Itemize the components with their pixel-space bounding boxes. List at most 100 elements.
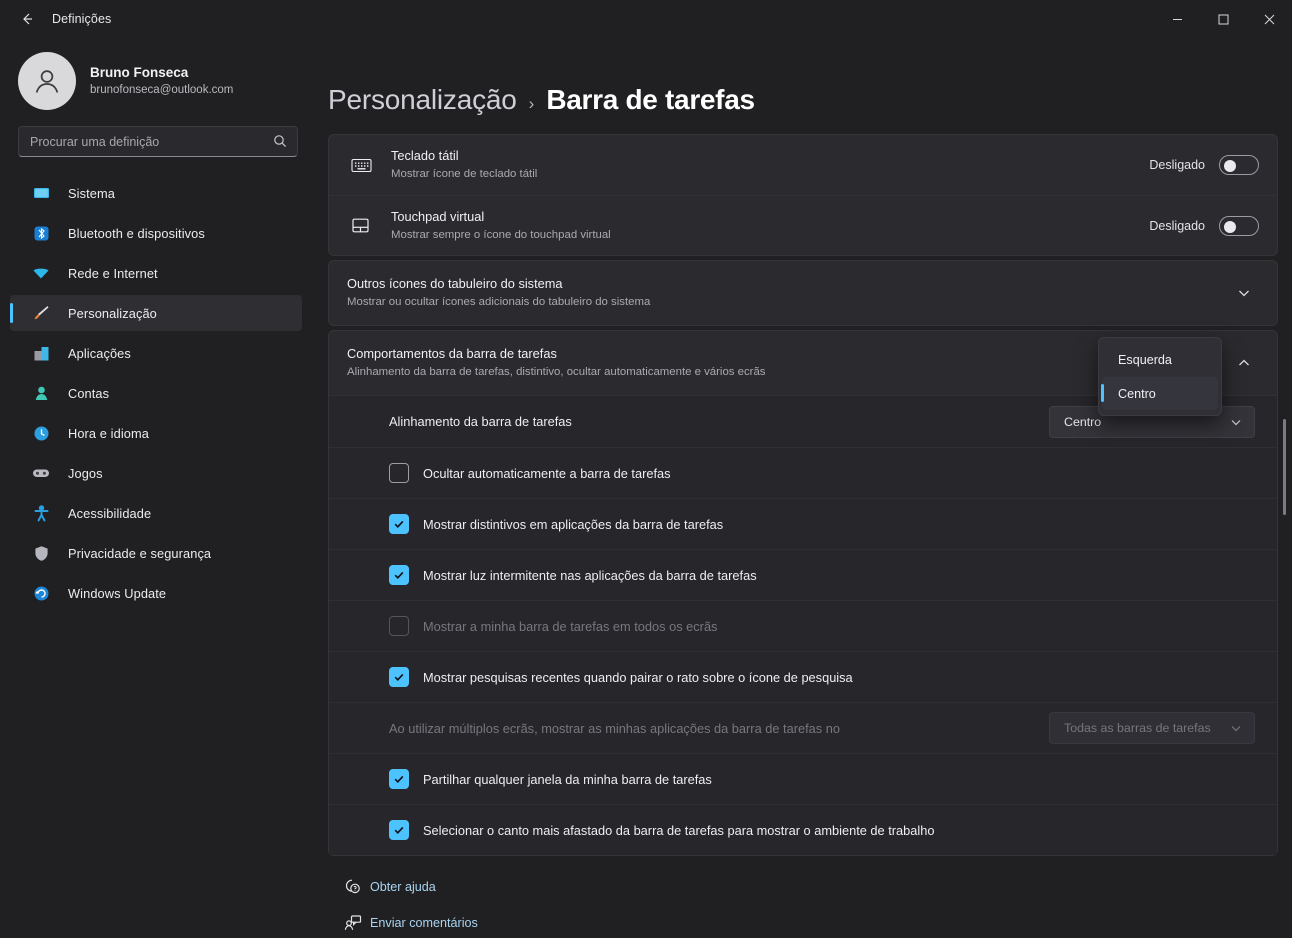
link-obter-ajuda[interactable]: Obter ajuda — [336, 872, 1278, 902]
bluetooth-icon — [30, 225, 52, 242]
combo-multiplos-ecras: Todas as barras de tarefas — [1049, 712, 1255, 744]
update-icon — [30, 585, 52, 602]
help-icon — [336, 878, 370, 896]
row-mostrar-distintivos[interactable]: Mostrar distintivos em aplicações da bar… — [329, 498, 1277, 549]
expander-header[interactable]: Outros ícones do tabuleiro do sistema Mo… — [329, 261, 1277, 325]
feedback-icon — [336, 914, 370, 932]
breadcrumb-parent[interactable]: Personalização — [328, 84, 517, 116]
search-box[interactable] — [18, 126, 298, 157]
toggle-teclado-tatil[interactable] — [1219, 155, 1259, 175]
row-pesquisas-recentes[interactable]: Mostrar pesquisas recentes quando pairar… — [329, 651, 1277, 702]
search-input[interactable] — [19, 134, 297, 149]
checkbox-ocultar-automaticamente[interactable] — [389, 463, 409, 483]
row-partilhar-janela[interactable]: Partilhar qualquer janela da minha barra… — [329, 753, 1277, 804]
checkbox-canto-ambiente-trabalho[interactable] — [389, 820, 409, 840]
user-profile[interactable]: Bruno Fonseca brunofonseca@outlook.com — [0, 38, 320, 126]
sidebar-item-aplicacoes[interactable]: Aplicações — [10, 335, 302, 371]
setting-subtitle: Mostrar ícone de teclado tátil — [391, 168, 538, 180]
setting-subtitle: Mostrar sempre o ícone do touchpad virtu… — [391, 228, 611, 241]
sidebar-item-bluetooth[interactable]: Bluetooth e dispositivos — [10, 215, 302, 251]
row-luz-intermitente[interactable]: Mostrar luz intermitente nas aplicações … — [329, 549, 1277, 600]
setting-control: Desligado — [1149, 215, 1259, 236]
sidebar-item-label: Bluetooth e dispositivos — [68, 225, 205, 241]
paintbrush-icon — [30, 304, 52, 322]
sidebar-item-label: Windows Update — [68, 585, 167, 601]
checkbox-mostrar-distintivos[interactable] — [389, 514, 409, 534]
chevron-down-icon — [1230, 722, 1242, 734]
flyout-option-esquerda[interactable]: Esquerda — [1102, 343, 1218, 376]
breadcrumb: Personalização › Barra de tarefas — [328, 38, 1292, 134]
sidebar-item-contas[interactable]: Contas — [10, 375, 302, 411]
page-title: Barra de tarefas — [546, 84, 755, 115]
scrollbar-thumb[interactable] — [1283, 419, 1286, 515]
sidebar-item-label: Privacidade e segurança — [68, 545, 212, 561]
footer-links: Obter ajuda Enviar comentários — [328, 860, 1278, 938]
row-label: Selecionar o canto mais afastado da barr… — [423, 822, 935, 838]
monitor-icon — [30, 185, 52, 202]
row-label: Mostrar pesquisas recentes quando pairar… — [423, 669, 853, 685]
setting-text: Teclado tátil Mostrar ícone de teclado t… — [391, 147, 1149, 183]
sidebar-item-windows-update[interactable]: Windows Update — [10, 575, 302, 611]
sidebar-item-acessibilidade[interactable]: Acessibilidade — [10, 495, 302, 531]
chevron-down-icon — [1230, 416, 1242, 428]
row-label: Mostrar luz intermitente nas aplicações … — [423, 567, 757, 583]
profile-text: Bruno Fonseca brunofonseca@outlook.com — [90, 63, 233, 99]
checkbox-luz-intermitente[interactable] — [389, 565, 409, 585]
row-ocultar-automaticamente[interactable]: Ocultar automaticamente a barra de taref… — [329, 447, 1277, 498]
link-label: Enviar comentários — [370, 916, 478, 930]
sidebar-item-label: Contas — [68, 385, 110, 401]
close-button[interactable] — [1246, 0, 1292, 38]
accounts-icon — [30, 385, 52, 402]
toggle-knob — [1224, 160, 1236, 172]
sidebar-item-hora[interactable]: Hora e idioma — [10, 415, 302, 451]
sidebar-nav: Sistema Bluetooth e dispositivos Rede e … — [0, 175, 320, 615]
sidebar-item-rede[interactable]: Rede e Internet — [10, 255, 302, 291]
sidebar-item-label: Sistema — [68, 185, 115, 201]
row-label: Mostrar distintivos em aplicações da bar… — [423, 516, 724, 532]
gamepad-icon — [30, 464, 52, 482]
sidebar-item-label: Aplicações — [68, 345, 131, 361]
expander-title: Outros ícones do tabuleiro do sistema — [347, 276, 563, 291]
link-enviar-comentarios[interactable]: Enviar comentários — [336, 908, 1278, 938]
row-canto-ambiente-trabalho[interactable]: Selecionar o canto mais afastado da barr… — [329, 804, 1277, 855]
toggle-knob — [1224, 220, 1236, 233]
setting-title: Teclado tátil — [391, 148, 459, 163]
sidebar-item-personalizacao[interactable]: Personalização — [10, 295, 302, 331]
sidebar-item-label: Rede e Internet — [68, 265, 158, 281]
sidebar-item-privacidade[interactable]: Privacidade e segurança — [10, 535, 302, 571]
toggle-touchpad-virtual[interactable] — [1219, 215, 1259, 236]
minimize-button[interactable] — [1154, 0, 1200, 38]
expander-body: Alinhamento da barra de tarefas Centro O… — [329, 395, 1277, 855]
flyout-option-label: Centro — [1118, 386, 1156, 401]
apps-icon — [30, 345, 52, 362]
alignment-dropdown-flyout: Esquerda Centro — [1098, 337, 1222, 416]
window-controls — [1154, 0, 1292, 38]
sidebar: Bruno Fonseca brunofonseca@outlook.com P… — [0, 38, 320, 938]
expander-text: Comportamentos da barra de tarefas Alinh… — [347, 345, 1229, 381]
window-body: Bruno Fonseca brunofonseca@outlook.com P… — [0, 38, 1292, 938]
setting-text: Touchpad virtual Mostrar sempre o ícone … — [391, 208, 1149, 244]
expander-subtitle: Alinhamento da barra de tarefas, distint… — [347, 366, 766, 378]
sidebar-item-jogos[interactable]: Jogos — [10, 455, 302, 491]
chevron-up-icon[interactable] — [1229, 348, 1259, 378]
virtual-touchpad-icon — [351, 217, 391, 234]
checkbox-partilhar-janela[interactable] — [389, 769, 409, 789]
shield-icon — [30, 545, 52, 562]
checkbox-pesquisas-recentes[interactable] — [389, 667, 409, 687]
row-multiplos-ecras: Ao utilizar múltiplos ecrãs, mostrar as … — [329, 702, 1277, 753]
sidebar-item-sistema[interactable]: Sistema — [10, 175, 302, 211]
maximize-button[interactable] — [1200, 0, 1246, 38]
chevron-down-icon[interactable] — [1229, 278, 1259, 308]
settings-scroll-area: Teclado tátil Mostrar ícone de teclado t… — [328, 134, 1292, 938]
avatar — [18, 52, 76, 110]
expander-outros-icones[interactable]: Outros ícones do tabuleiro do sistema Mo… — [328, 260, 1278, 326]
back-button[interactable] — [10, 5, 44, 33]
wifi-icon — [30, 264, 52, 282]
sidebar-item-label: Acessibilidade — [68, 505, 152, 521]
flyout-option-centro[interactable]: Centro — [1101, 377, 1218, 410]
toggle-settings-card: Teclado tátil Mostrar ícone de teclado t… — [328, 134, 1278, 256]
row-todos-os-ecras: Mostrar a minha barra de tarefas em todo… — [329, 600, 1277, 651]
sidebar-item-label: Jogos — [68, 465, 103, 481]
vertical-scrollbar[interactable] — [1278, 134, 1290, 938]
profile-email: brunofonseca@outlook.com — [90, 84, 234, 96]
